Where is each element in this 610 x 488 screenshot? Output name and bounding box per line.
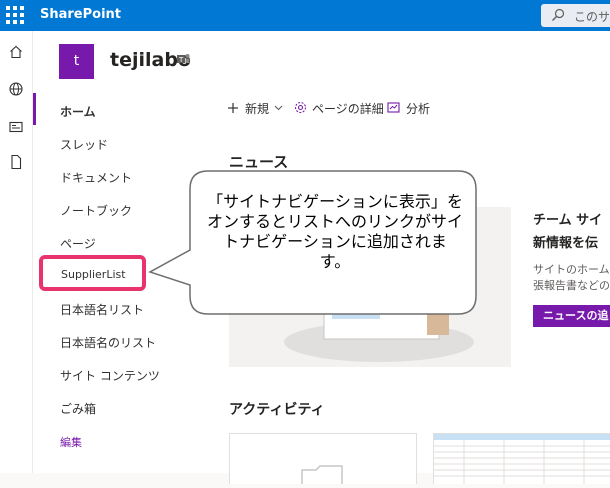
callout-text: 「サイトナビゲーションに表示」を オンするとリストへのリンクがサイ トナビゲーシ… [206,192,463,271]
